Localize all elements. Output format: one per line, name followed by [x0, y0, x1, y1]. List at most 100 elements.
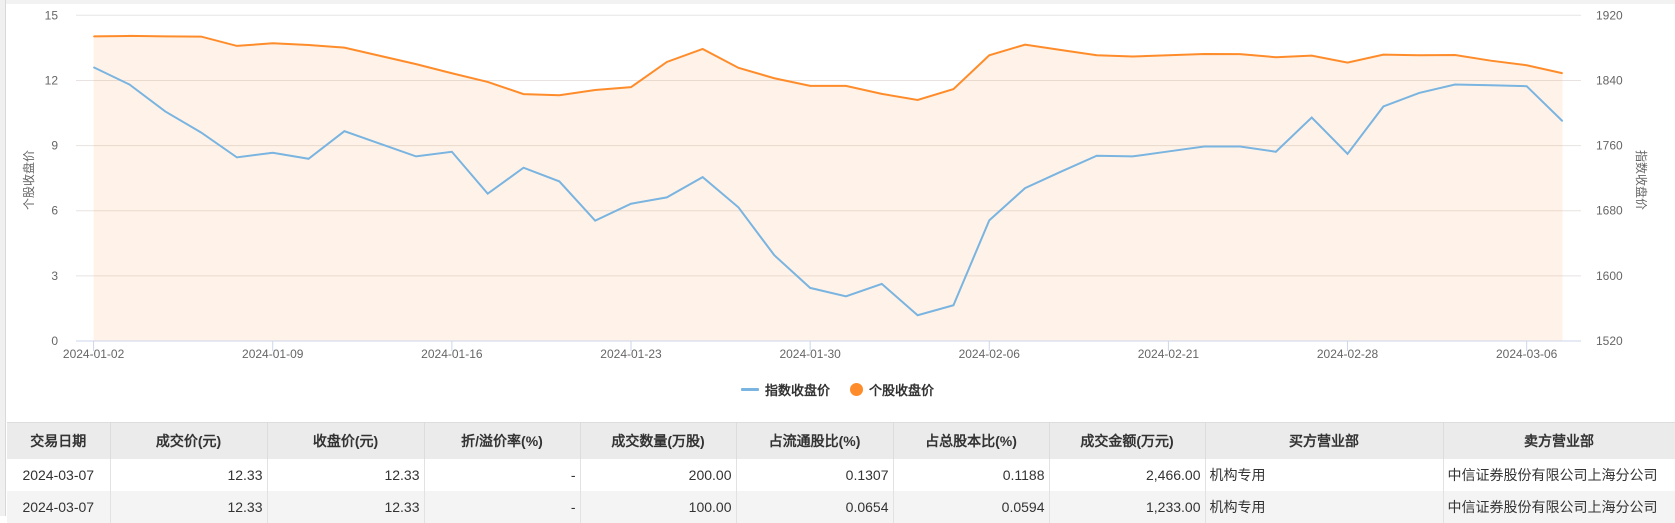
index-close-point — [881, 283, 883, 285]
index-close-point — [845, 295, 847, 297]
stock-close-point — [343, 47, 345, 49]
index-close-point — [1167, 150, 1169, 152]
index-close-point — [1096, 155, 1098, 157]
left-axis-tick-label: 15 — [45, 8, 59, 22]
index-close-point — [93, 66, 95, 68]
cell-date: 2024-03-07 — [7, 491, 111, 523]
index-close-point — [523, 167, 525, 169]
cell-close-price: 12.33 — [267, 459, 425, 491]
stock-close-point — [164, 35, 166, 37]
stock-close-point — [594, 89, 596, 91]
stock-close-point — [1275, 56, 1277, 58]
stock-close-point — [1024, 44, 1026, 46]
index-close-point — [1060, 171, 1062, 173]
stock-close-point — [1203, 53, 1205, 55]
left-axis-tick-label: 0 — [51, 334, 58, 348]
stock-close-point — [379, 55, 381, 57]
stock-close-point — [128, 35, 130, 37]
index-close-point — [236, 156, 238, 158]
stock-close-point — [809, 85, 811, 87]
cell-date: 2024-03-07 — [7, 459, 111, 491]
col-header: 占总股本比(%) — [893, 422, 1050, 459]
left-axis-title: 个股收盘价 — [21, 150, 36, 210]
x-axis-tick-label: 2024-01-09 — [242, 347, 304, 361]
col-header: 占流通股比(%) — [736, 422, 894, 459]
col-header: 买方营业部 — [1205, 422, 1444, 459]
index-close-point — [809, 287, 811, 289]
col-header: 折/溢价率(%) — [424, 422, 581, 459]
right-axis-tick-label: 1680 — [1596, 204, 1623, 218]
stock-close-point — [917, 99, 919, 101]
table-row: 2024-03-07 12.33 12.33 - 100.00 0.0654 0… — [7, 491, 1675, 523]
right-axis-tick-label: 1600 — [1596, 269, 1623, 283]
stock-close-point — [523, 93, 525, 95]
left-axis-tick-label: 12 — [45, 73, 59, 87]
index-close-point — [272, 152, 274, 154]
index-close-point — [487, 193, 489, 195]
right-axis-title: 指数收盘价 — [1634, 150, 1649, 210]
stock-close-point — [666, 61, 668, 63]
stock-close-point — [200, 36, 202, 38]
x-axis-tick-label: 2024-01-30 — [779, 347, 841, 361]
x-axis-tick-label: 2024-01-16 — [421, 347, 483, 361]
stock-close-point — [737, 67, 739, 69]
stock-close-point — [236, 45, 238, 47]
index-close-point — [917, 314, 919, 316]
chart-legend: 指数收盘价 个股收盘价 — [0, 380, 1675, 399]
stock-close-point — [1562, 72, 1563, 74]
table-header-row: 交易日期 成交价(元) 收盘价(元) 折/溢价率(%) 成交数量(万股) 占流通… — [7, 422, 1675, 459]
cell-float-ratio: 0.0654 — [736, 491, 894, 523]
index-close-point — [379, 143, 381, 145]
index-close-point — [128, 84, 130, 86]
cell-seller: 中信证券股份有限公司上海分公司 — [1443, 459, 1675, 491]
cell-seller: 中信证券股份有限公司上海分公司 — [1443, 491, 1675, 523]
cell-amount: 2,466.00 — [1049, 459, 1206, 491]
index-close-point — [1311, 116, 1313, 118]
right-axis-tick-label: 1840 — [1596, 73, 1623, 87]
stock-close-point — [415, 63, 417, 65]
col-header: 交易日期 — [7, 422, 111, 459]
index-close-point — [1024, 187, 1026, 189]
legend-label: 个股收盘价 — [869, 383, 935, 398]
legend-index-close[interactable]: 指数收盘价 — [740, 380, 830, 399]
stock-close-point — [451, 72, 453, 74]
stock-close-point — [1096, 54, 1098, 56]
index-close-point — [952, 304, 954, 306]
index-close-point — [630, 203, 632, 205]
index-close-point — [1347, 153, 1349, 155]
stock-close-point — [1167, 54, 1169, 56]
index-close-point — [1418, 92, 1420, 94]
stock-close-point — [952, 88, 954, 90]
stock-close-point — [1060, 49, 1062, 51]
index-close-point — [1454, 84, 1456, 86]
legend-stock-close[interactable]: 个股收盘价 — [850, 380, 934, 399]
index-close-point — [200, 131, 202, 133]
stock-close-point — [1347, 62, 1349, 64]
x-axis-tick-label: 2024-02-06 — [959, 347, 1021, 361]
cell-amount: 1,233.00 — [1049, 491, 1206, 523]
left-axis-tick-label: 9 — [51, 139, 58, 153]
stock-close-point — [773, 77, 775, 79]
x-axis-tick-label: 2024-02-21 — [1138, 347, 1200, 361]
col-header: 成交价(元) — [110, 422, 268, 459]
stock-close-point — [308, 44, 310, 46]
x-axis-tick-label: 2024-03-06 — [1496, 347, 1558, 361]
cell-trade-price: 12.33 — [110, 459, 268, 491]
table-row: 2024-03-07 12.33 12.33 - 200.00 0.1307 0… — [7, 459, 1675, 491]
stock-close-point — [1239, 53, 1241, 55]
index-close-point — [1382, 105, 1384, 107]
stock-close-point — [487, 81, 489, 83]
cell-float-ratio: 0.1307 — [736, 459, 894, 491]
stock-close-point — [845, 85, 847, 87]
cell-trade-price: 12.33 — [110, 491, 268, 523]
index-close-point — [988, 219, 990, 221]
cell-close-price: 12.33 — [267, 491, 425, 523]
stock-close-point — [1311, 55, 1313, 57]
legend-label: 指数收盘价 — [764, 383, 830, 398]
price-chart: 0 3 6 9 12 15 1520 1600 1680 1760 1840 1920 2024-01-… — [21, 8, 1649, 361]
cell-total-ratio: 0.0594 — [893, 491, 1050, 523]
index-close-point — [1203, 145, 1205, 147]
line-marker-icon — [740, 388, 759, 391]
stock-close-point — [1132, 56, 1134, 58]
stock-close-area — [93, 35, 1563, 341]
